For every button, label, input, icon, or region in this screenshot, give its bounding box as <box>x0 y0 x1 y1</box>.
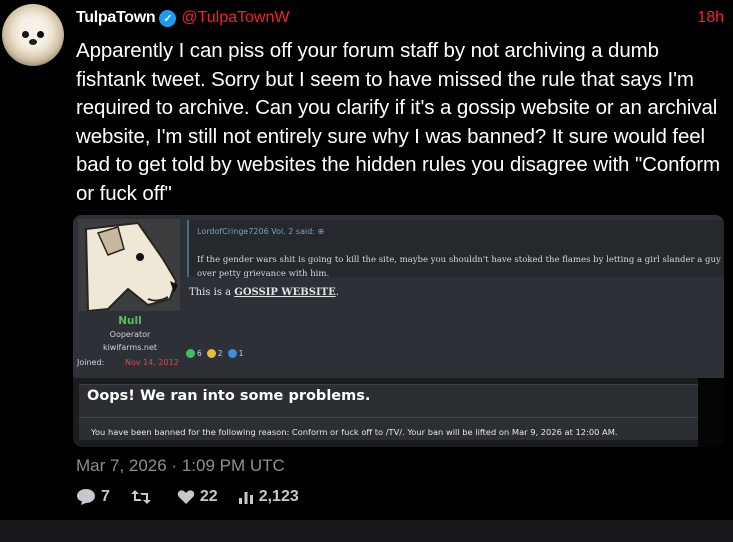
dog-drawing <box>78 219 180 311</box>
forum-post: Null Ooperator kiwifarms.net Joined: Nov… <box>73 215 724 378</box>
error-panel: Oops! We ran into some problems. You hav… <box>79 384 719 440</box>
forum-reply: This is a GOSSIP WEBSITE. <box>189 287 339 298</box>
error-dark-edge <box>698 378 724 447</box>
tweet-media-image[interactable]: Null Ooperator kiwifarms.net Joined: Nov… <box>73 215 724 447</box>
tweet-timestamp[interactable]: Mar 7, 2026 · 1:09 PM UTC <box>76 456 285 476</box>
quote-author: LordofCringe7206 Vol. 2 said: ⊕ <box>197 227 325 236</box>
retweet-icon <box>130 490 151 504</box>
forum-username: Null <box>118 315 142 327</box>
forum-user-role: Ooperator <box>109 330 151 339</box>
reaction-item: 6 <box>186 349 202 358</box>
error-divider <box>79 417 719 418</box>
views-count: 2,123 <box>258 488 299 505</box>
reaction-item: 1 <box>227 349 244 358</box>
handle[interactable]: @TulpaTownW <box>181 9 289 27</box>
forum-reactions: 6 2 1 <box>186 349 243 358</box>
avatar[interactable] <box>2 4 64 66</box>
tweet-time[interactable]: 18h <box>697 9 724 27</box>
retweet-button[interactable] <box>130 488 157 506</box>
reaction-icon <box>227 349 237 358</box>
tweet-text: Apparently I can piss off your forum sta… <box>76 39 721 205</box>
forum-user-site: kiwifarms.net <box>102 343 158 352</box>
reaction-item: 2 <box>206 349 223 358</box>
reaction-icon <box>186 349 195 358</box>
avatar-nose <box>29 39 37 45</box>
error-title: Oops! We ran into some problems. <box>87 388 371 404</box>
display-name[interactable]: TulpaTown <box>76 9 156 27</box>
reaction-count: 6 <box>197 349 202 358</box>
reply-prefix: This is a <box>189 287 235 298</box>
verified-badge-icon: ✓ <box>159 9 177 27</box>
reaction-count: 1 <box>238 349 244 358</box>
reply-count: 7 <box>101 488 110 505</box>
like-icon <box>177 490 195 504</box>
avatar-eye <box>22 31 29 38</box>
avatar-eye <box>37 31 44 38</box>
tweet-header: TulpaTown ✓ @TulpaTownW 18h <box>76 7 724 29</box>
reply-suffix: . <box>335 287 339 298</box>
reaction-count: 2 <box>217 349 223 358</box>
reply-button[interactable]: 7 <box>76 488 110 506</box>
reaction-icon <box>206 349 216 358</box>
like-button[interactable]: 22 <box>177 488 218 506</box>
forum-joined-date: Nov 14, 2012 <box>125 358 179 367</box>
ban-error-section: Oops! We ran into some problems. You hav… <box>73 378 724 447</box>
quote-text: If the gender wars shit is going to kill… <box>197 255 721 279</box>
forum-avatar <box>78 219 180 311</box>
views-icon <box>238 492 253 504</box>
tweet-stats: 7 22 2,123 <box>76 487 319 507</box>
forum-user-column: Null Ooperator kiwifarms.net Joined: Nov… <box>75 219 185 374</box>
reply-emphasis: GOSSIP WEBSITE <box>234 287 336 298</box>
views-button[interactable]: 2,123 <box>238 488 299 506</box>
divider-strip <box>0 520 733 542</box>
reply-icon <box>77 489 95 505</box>
tweet[interactable]: TulpaTown ✓ @TulpaTownW 18h Apparently I… <box>0 0 733 520</box>
like-count: 22 <box>199 488 218 505</box>
error-message: You have been banned for the following r… <box>91 427 618 437</box>
forum-joined-label: Joined: <box>77 358 105 367</box>
forum-quote: LordofCringe7206 Vol. 2 said: ⊕ If the g… <box>187 220 724 279</box>
